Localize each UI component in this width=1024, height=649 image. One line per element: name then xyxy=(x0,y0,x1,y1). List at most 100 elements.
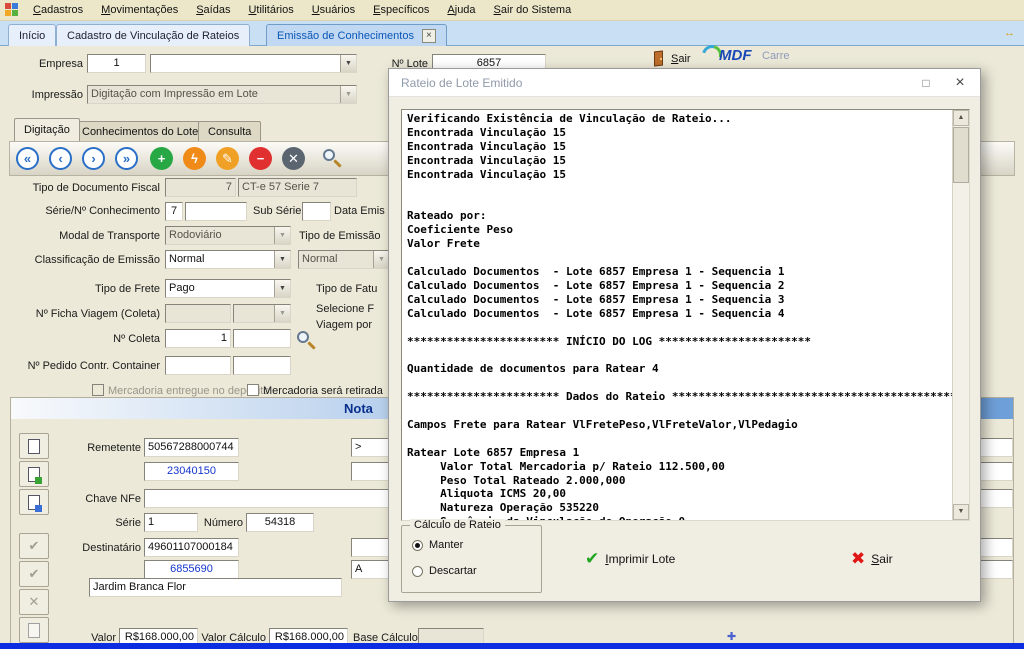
minus-icon: − xyxy=(257,152,265,165)
menu-item-saidas[interactable]: Saídas xyxy=(187,1,239,19)
mdfe-logo: MDF Carre xyxy=(702,44,832,68)
scrollbar-thumb[interactable] xyxy=(953,127,969,183)
destinatario-cnpj-input[interactable]: 49601107000184 xyxy=(144,538,239,557)
radio-manter[interactable]: Manter xyxy=(412,539,463,551)
first-icon: « xyxy=(24,152,31,165)
classificacao-combo[interactable]: Normal▼ xyxy=(165,250,291,269)
dialog-sair-label: Sair xyxy=(871,552,892,566)
modal-transporte-value: Rodoviário xyxy=(169,229,222,241)
checkbox-mercadoria-retirada[interactable] xyxy=(247,384,259,396)
close-icon[interactable]: × xyxy=(942,69,978,97)
radio-descartar-circle[interactable] xyxy=(412,566,423,577)
check-icon: ✔ xyxy=(29,538,40,554)
menu-item-ajuda[interactable]: Ajuda xyxy=(438,1,484,19)
nota-serie-label: Série xyxy=(91,517,141,530)
sub-serie-label: Sub Série xyxy=(253,205,301,218)
x-icon: ✕ xyxy=(288,152,299,165)
coleta-input-2[interactable] xyxy=(233,329,291,348)
document-icon xyxy=(28,623,40,638)
door-icon xyxy=(652,50,665,67)
subtab-consulta[interactable]: Consulta xyxy=(198,121,261,141)
subtab-digitacao[interactable]: Digitação xyxy=(14,118,80,141)
small-plus-icon[interactable]: ✚ xyxy=(727,630,736,643)
pencil-icon: ✎ xyxy=(222,152,233,165)
ficha-viagem-combo: ▼ xyxy=(233,304,291,323)
serie-input[interactable]: 7 xyxy=(165,202,183,221)
log-scrollbar[interactable]: ▲ ▼ xyxy=(952,110,969,520)
next-record-button[interactable]: › xyxy=(82,147,105,170)
destinatario-label: Destinatário xyxy=(41,542,141,555)
dialog-sair-button[interactable]: ✖ Sair xyxy=(851,549,893,569)
scroll-down-icon[interactable]: ▼ xyxy=(953,504,969,520)
empresa-input[interactable]: 1 xyxy=(87,54,146,73)
radio-manter-circle[interactable] xyxy=(412,540,423,551)
coleta-search-icon[interactable] xyxy=(296,330,315,349)
menu-rest: air do Sistema xyxy=(501,4,571,16)
menu-item-movimentacoes[interactable]: Movimentações xyxy=(92,1,187,19)
dialog-titlebar[interactable]: Rateio de Lote Emitido xyxy=(389,69,980,97)
x-icon: ✕ xyxy=(29,594,40,610)
prev-record-button[interactable]: ‹ xyxy=(49,147,72,170)
cancel-record-button[interactable]: ✕ xyxy=(282,147,305,170)
extra-nota-button[interactable] xyxy=(19,617,49,643)
scroll-up-icon[interactable]: ▲ xyxy=(953,110,969,126)
dropdown-icon[interactable]: ▼ xyxy=(274,280,290,297)
search-icon[interactable] xyxy=(322,148,344,170)
edit-record-button[interactable]: ✎ xyxy=(216,147,239,170)
dropdown-icon[interactable]: ▼ xyxy=(340,55,356,72)
impressao-combo-value: Digitação com Impressão em Lote xyxy=(91,88,258,100)
subtab-conhecimentos-do-lote[interactable]: Conhecimentos do Lote xyxy=(72,121,208,141)
modal-transporte-combo: Rodoviário▼ xyxy=(165,226,291,245)
delete-record-button[interactable]: − xyxy=(249,147,272,170)
sair-button[interactable]: Sair xyxy=(652,50,691,67)
add-record-button[interactable]: + xyxy=(150,147,173,170)
radio-descartar[interactable]: Descartar xyxy=(412,565,477,577)
pedido-container-input-2[interactable] xyxy=(233,356,291,375)
next-icon: › xyxy=(91,152,95,165)
empresa-combo[interactable]: ▼ xyxy=(150,54,357,73)
chave-nfe-label: Chave NFe xyxy=(41,493,141,506)
menu-item-especificos[interactable]: Específicos xyxy=(364,1,438,19)
tab-emissao-conhecimentos[interactable]: Emissão de Conhecimentos × xyxy=(266,24,447,46)
new-document-icon xyxy=(28,439,40,454)
imprimir-lote-button[interactable]: ✔ Imprimir Lote xyxy=(585,549,675,569)
checkbox-mercadoria-deposito xyxy=(92,384,104,396)
tab-cadastro-vinculacao-rateios[interactable]: Cadastro de Vinculação de Rateios xyxy=(56,24,250,46)
tab-inicio[interactable]: Início xyxy=(8,24,56,46)
tipo-frete-combo[interactable]: Pago▼ xyxy=(165,279,291,298)
pedido-container-label: Nº Pedido Contr. Container xyxy=(5,360,160,373)
tab-close-icon[interactable]: × xyxy=(422,29,436,43)
sair-rest: air xyxy=(678,53,690,65)
import-nota-button[interactable] xyxy=(19,461,49,487)
remetente-codigo-field: 23040150 xyxy=(144,462,239,481)
menu-rest: tilitários xyxy=(256,4,293,16)
local-entrega-input[interactable]: Jardim Branca Flor xyxy=(89,578,342,597)
coleta-input[interactable]: 1 xyxy=(165,329,231,348)
tipo-frete-label: Tipo de Frete xyxy=(5,283,160,296)
rateio-log-text: Verificando Existência de Vinculação de … xyxy=(402,110,969,521)
classificacao-combo-2: Normal▼ xyxy=(298,250,390,269)
menu-item-sair-do-sistema[interactable]: Sair do Sistema xyxy=(485,1,581,19)
tab-label: Emissão de Conhecimentos xyxy=(277,30,414,42)
post-record-button[interactable]: ϟ xyxy=(183,147,206,170)
sub-serie-input[interactable] xyxy=(302,202,331,221)
first-record-button[interactable]: « xyxy=(16,147,39,170)
nota-serie-input[interactable]: 1 xyxy=(144,513,198,532)
menu-item-utilitarios[interactable]: Utilitários xyxy=(239,1,302,19)
numero-conhecimento-input[interactable] xyxy=(185,202,247,221)
menu-item-cadastros[interactable]: Cadastros xyxy=(24,1,92,19)
menu-rest: adastros xyxy=(41,4,83,16)
empresa-label: Empresa xyxy=(20,58,83,71)
cancel-nota-button: ✕ xyxy=(19,589,49,615)
maximize-icon[interactable]: □ xyxy=(908,69,944,97)
pedido-container-input[interactable] xyxy=(165,356,231,375)
nota-numero-input[interactable]: 54318 xyxy=(246,513,314,532)
menu-accel: A xyxy=(447,4,454,16)
last-record-button[interactable]: » xyxy=(115,147,138,170)
dropdown-icon[interactable]: ▼ xyxy=(274,251,290,268)
tab-overflow-icon[interactable]: ↔ xyxy=(1004,27,1015,39)
remetente-cnpj-input[interactable]: 50567288000744 xyxy=(144,438,239,457)
menu-item-usuarios[interactable]: Usuários xyxy=(303,1,364,19)
data-emissao-label: Data Emis xyxy=(334,205,385,218)
imprimir-rest: mprimir Lote xyxy=(609,552,676,566)
